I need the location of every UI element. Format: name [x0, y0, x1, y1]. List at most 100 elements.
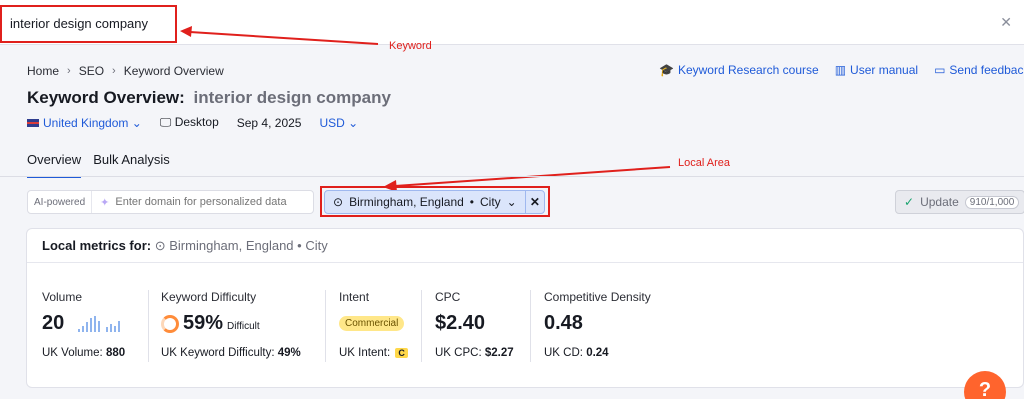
uk-volume-label: UK Volume:	[42, 347, 103, 359]
uk-cpc: UK CPC: $2.27	[435, 347, 514, 359]
book-icon: ▥	[834, 63, 847, 77]
breadcrumb-seo[interactable]: SEO	[79, 64, 104, 78]
keyword-annotation: Keyword	[389, 40, 432, 52]
chevron-down-icon: ⌄	[506, 195, 517, 209]
card-location-type: City	[305, 238, 328, 253]
tab-bulk-analysis[interactable]: Bulk Analysis	[93, 152, 170, 178]
uk-intent-label: UK Intent:	[339, 347, 391, 359]
metric-divider	[530, 290, 531, 362]
volume-value: 20	[42, 312, 65, 334]
card-heading-label: Local metrics for:	[42, 238, 152, 253]
cpc-label: CPC	[435, 290, 461, 304]
card-divider	[27, 262, 1023, 263]
volume-trend-bar	[98, 320, 101, 332]
sparkle-icon: ✦	[100, 196, 110, 209]
kd-value-row: 59% Difficult	[161, 312, 321, 335]
meta-row: United Kingdom ⌄ 🖵 Desktop Sep 4, 2025 U…	[27, 115, 358, 130]
chevron-right-icon: ›	[67, 65, 71, 77]
tab-overview[interactable]: Overview	[27, 152, 82, 178]
device-label: Desktop	[174, 115, 219, 129]
page-title: Keyword Overview: interior design compan…	[27, 88, 391, 108]
date-selector[interactable]: Sep 4, 2025	[237, 116, 302, 130]
volume-trend-bar	[78, 328, 81, 332]
competitive-density-metric: Competitive Density 0.48 UK CD: 0.24	[544, 290, 659, 365]
uk-cpc-value: $2.27	[484, 347, 514, 359]
domain-input[interactable]	[115, 196, 311, 208]
location-pin-icon: ⊙	[333, 195, 344, 209]
send-feedback-link[interactable]: ▭ Send feedbac	[934, 63, 1023, 77]
bullet: •	[469, 195, 474, 209]
chevron-down-icon: ⌄	[348, 115, 359, 130]
volume-trend-bar	[118, 320, 121, 332]
cpc-metric: CPC $2.40 UK CPC: $2.27	[435, 290, 525, 365]
uk-intent-badge: C	[395, 348, 408, 358]
breadcrumb-home[interactable]: Home	[27, 64, 59, 78]
uk-density-value: 0.24	[586, 347, 609, 359]
keyword-difficulty-metric: Keyword Difficulty 59% Difficult UK Keyw…	[161, 290, 321, 365]
tabs-divider	[0, 176, 1024, 177]
card-location: Birmingham, England	[169, 238, 294, 253]
metric-divider	[421, 290, 422, 362]
volume-trend-bar	[82, 325, 85, 332]
volume-trend-bar	[86, 321, 89, 332]
country-selector[interactable]: United Kingdom ⌄	[27, 116, 142, 130]
link-label: Send feedbac	[949, 63, 1024, 77]
chevron-right-icon: ›	[112, 65, 116, 77]
update-button[interactable]: ✓ Update 910/1,000	[895, 190, 1024, 214]
volume-trend-bar	[110, 323, 113, 332]
uk-kd: UK Keyword Difficulty: 49%	[161, 347, 301, 359]
top-links: 🎓 Keyword Research course ▥ User manual ▭ S…	[659, 63, 1023, 77]
volume-metric: Volume 20 UK Volume: 880	[42, 290, 142, 365]
uk-intent: UK Intent: C	[339, 347, 408, 359]
card-heading: Local metrics for: ⊙ Birmingham, England…	[42, 238, 328, 254]
uk-volume: UK Volume: 880	[42, 347, 125, 359]
location-selector[interactable]: ⊙ Birmingham, England • City ⌄	[325, 191, 526, 213]
uk-cpc-label: UK CPC:	[435, 347, 482, 359]
kd-label: Keyword Difficulty	[161, 290, 257, 304]
location-filter-chip[interactable]: ⊙ Birmingham, England • City ⌄ ✕	[324, 190, 545, 214]
intent-metric: Intent Commercial UK Intent: C	[339, 290, 424, 365]
uk-kd-label: UK Keyword Difficulty:	[161, 347, 275, 359]
uk-kd-value: 49%	[277, 347, 301, 359]
ai-domain-box: AI-powered ✦	[27, 190, 314, 214]
title-prefix: Keyword Overview:	[27, 88, 185, 107]
kd-value: 59%	[183, 312, 224, 334]
volume-trend-bar	[106, 326, 109, 332]
ai-powered-tag: AI-powered	[28, 191, 93, 213]
volume-trend-bar	[90, 317, 93, 332]
close-icon[interactable]: ✕	[1000, 14, 1012, 31]
density-value: 0.48	[544, 312, 583, 334]
link-label: Keyword Research course	[677, 63, 819, 77]
metric-divider	[325, 290, 326, 362]
currency-selector[interactable]: USD ⌄	[319, 116, 358, 130]
intent-label: Intent	[339, 290, 370, 304]
keyword-research-course-link[interactable]: 🎓 Keyword Research course	[659, 63, 819, 77]
metric-divider	[148, 290, 149, 362]
volume-trend-sparkline	[78, 315, 121, 332]
tabs: Overview Bulk Analysis	[27, 152, 170, 178]
update-label: Update	[920, 195, 959, 209]
location-pin-icon: ⊙	[154, 238, 166, 253]
check-icon: ✓	[904, 195, 915, 209]
graduation-cap-icon: 🎓	[659, 63, 674, 77]
intent-badge[interactable]: Commercial	[339, 316, 405, 331]
clear-location-icon[interactable]: ✕	[526, 195, 544, 209]
device-selector[interactable]: 🖵 Desktop	[160, 115, 219, 130]
location-label: Birmingham, England	[349, 195, 464, 209]
volume-trend-bar	[94, 315, 97, 332]
breadcrumb: Home › SEO › Keyword Overview	[27, 64, 224, 78]
user-manual-link[interactable]: ▥ User manual	[835, 63, 918, 77]
intent-value-row: Commercial	[339, 312, 424, 331]
uk-density: UK CD: 0.24	[544, 347, 609, 359]
uk-flag-icon	[27, 119, 39, 128]
uk-volume-value: 880	[105, 347, 126, 359]
kd-ring-icon	[161, 314, 179, 333]
density-label: Competitive Density	[544, 290, 651, 304]
local-area-annotation: Local Area	[678, 157, 730, 169]
volume-value-row: 20	[42, 312, 142, 335]
volume-label: Volume	[42, 290, 83, 304]
uk-density-label: UK CD:	[544, 347, 583, 359]
country-label: United Kingdom	[43, 115, 129, 130]
volume-trend-bar	[114, 325, 117, 332]
update-count-badge: 910/1,000	[964, 195, 1020, 209]
